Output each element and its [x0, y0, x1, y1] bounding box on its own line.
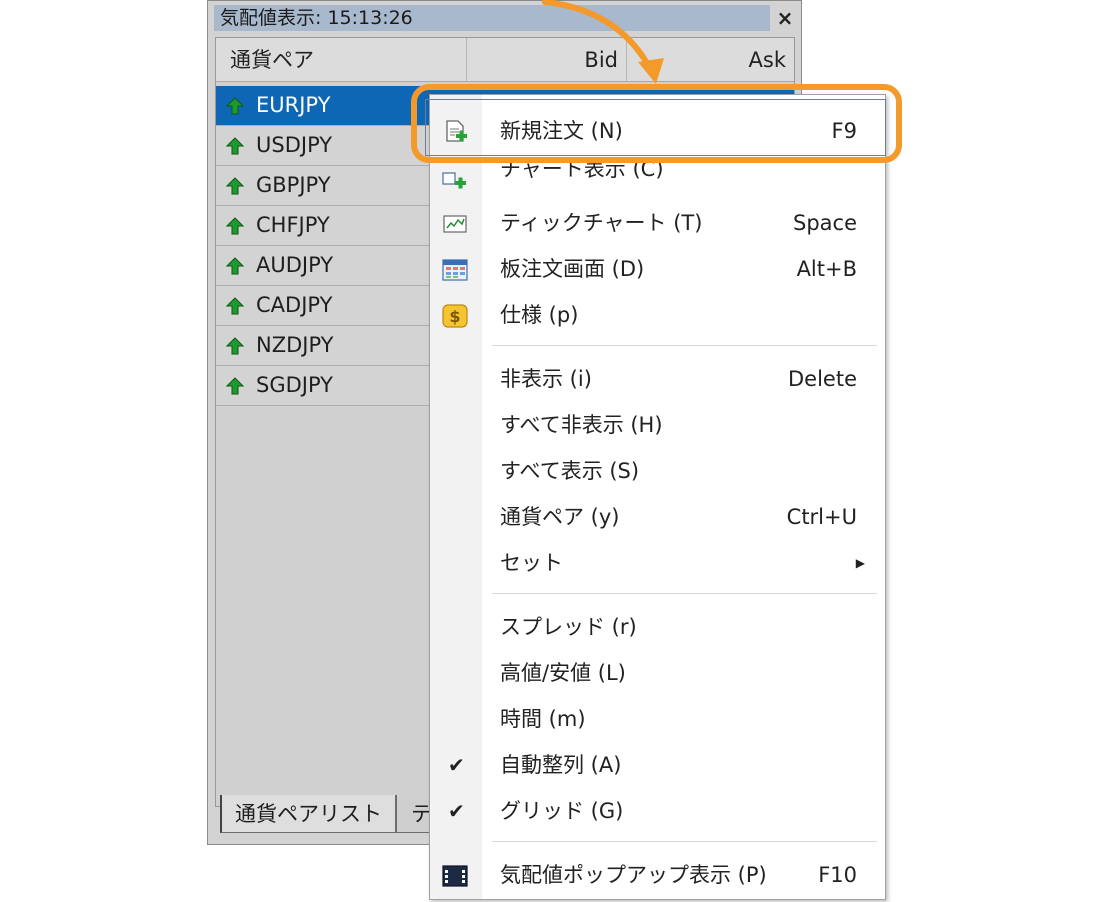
menu-item-shortcut: F10: [818, 863, 857, 887]
popup-window-icon: [442, 865, 468, 887]
menu-item-label: スプレッド (r): [500, 615, 637, 639]
svg-text:$: $: [449, 307, 460, 326]
symbol-name: EURJPY: [256, 93, 331, 117]
menu-item-auto-arrange[interactable]: ✔ 自動整列 (A): [430, 743, 885, 787]
menu-item-spread[interactable]: スプレッド (r): [430, 605, 885, 649]
up-arrow-icon: [226, 377, 244, 395]
up-arrow-icon: [226, 337, 244, 355]
up-arrow-icon: [226, 217, 244, 235]
checkmark-icon: ✔: [448, 799, 465, 823]
menu-item-symbols[interactable]: 通貨ペア (y) Ctrl+U: [430, 495, 885, 539]
menu-item-high-low[interactable]: 高値/安値 (L): [430, 651, 885, 695]
menu-item-specification[interactable]: $ 仕様 (p): [430, 293, 885, 337]
menu-item-depth-of-market[interactable]: 板注文画面 (D) Alt+B: [430, 247, 885, 291]
menu-item-label: 気配値ポップアップ表示 (P): [500, 863, 767, 887]
menu-item-shortcut: Alt+B: [796, 257, 857, 281]
menu-item-hide[interactable]: 非表示 (i) Delete: [430, 357, 885, 401]
menu-item-label: 非表示 (i): [500, 367, 592, 391]
tick-chart-icon: [443, 215, 467, 233]
grid-header: 通貨ペア Bid Ask: [216, 38, 794, 82]
symbol-name: CADJPY: [256, 293, 333, 317]
context-menu: 新規注文 (N) F9 チャート表示 (C) ティックチャート (T) Spac…: [429, 94, 886, 900]
checkmark-icon: ✔: [448, 753, 465, 777]
menu-item-popup-prices[interactable]: 気配値ポップアップ表示 (P) F10: [430, 853, 885, 897]
menu-item-show-all[interactable]: すべて表示 (S): [430, 449, 885, 493]
close-button[interactable]: ×: [774, 5, 796, 31]
menu-separator: [492, 593, 877, 594]
menu-item-label: すべて表示 (S): [500, 459, 640, 483]
menu-separator: [492, 841, 877, 842]
dollar-icon: $: [442, 304, 468, 328]
up-arrow-icon: [226, 257, 244, 275]
menu-item-label: セット: [500, 551, 563, 575]
symbol-name: GBPJPY: [256, 173, 331, 197]
tab-symbols[interactable]: 通貨ペアリスト: [220, 795, 396, 833]
menu-item-label: 高値/安値 (L): [500, 661, 626, 685]
window-title: 気配値表示: 15:13:26: [214, 5, 770, 31]
symbol-name: SGDJPY: [256, 373, 333, 397]
menu-item-grid[interactable]: ✔ グリッド (G): [430, 789, 885, 833]
menu-item-tick-chart[interactable]: ティックチャート (T) Space: [430, 201, 885, 245]
menu-item-label: ティックチャート (T): [500, 211, 703, 235]
up-arrow-icon: [226, 97, 244, 115]
symbol-name: USDJPY: [256, 133, 333, 157]
menu-item-shortcut: Space: [793, 211, 857, 235]
menu-item-shortcut: Delete: [788, 367, 857, 391]
depth-of-market-icon: [442, 259, 468, 281]
menu-item-label: 板注文画面 (D): [500, 257, 645, 281]
column-header-symbol[interactable]: 通貨ペア: [230, 38, 314, 82]
menu-item-label: グリッド (G): [500, 799, 624, 823]
menu-item-sets[interactable]: セット ▶: [430, 541, 885, 585]
chart-add-icon: [442, 172, 466, 189]
menu-separator: [492, 345, 877, 346]
menu-item-chart[interactable]: チャート表示 (C): [430, 157, 885, 201]
highlight-frame: [411, 84, 902, 163]
menu-item-label: 仕様 (p): [500, 303, 579, 327]
up-arrow-icon: [226, 177, 244, 195]
menu-item-time[interactable]: 時間 (m): [430, 697, 885, 741]
symbol-name: NZDJPY: [256, 333, 334, 357]
menu-item-label: すべて非表示 (H): [500, 413, 663, 437]
callout-arrow: [542, 0, 664, 84]
menu-item-label: 時間 (m): [500, 707, 586, 731]
up-arrow-icon: [226, 137, 244, 155]
submenu-arrow-icon: ▶: [855, 556, 865, 570]
symbol-name: AUDJPY: [256, 253, 334, 277]
symbol-name: CHFJPY: [256, 213, 330, 237]
up-arrow-icon: [226, 297, 244, 315]
menu-item-shortcut: Ctrl+U: [786, 505, 857, 529]
menu-item-hide-all[interactable]: すべて非表示 (H): [430, 403, 885, 447]
menu-item-label: 通貨ペア (y): [500, 505, 620, 529]
menu-item-label: 自動整列 (A): [500, 753, 622, 777]
